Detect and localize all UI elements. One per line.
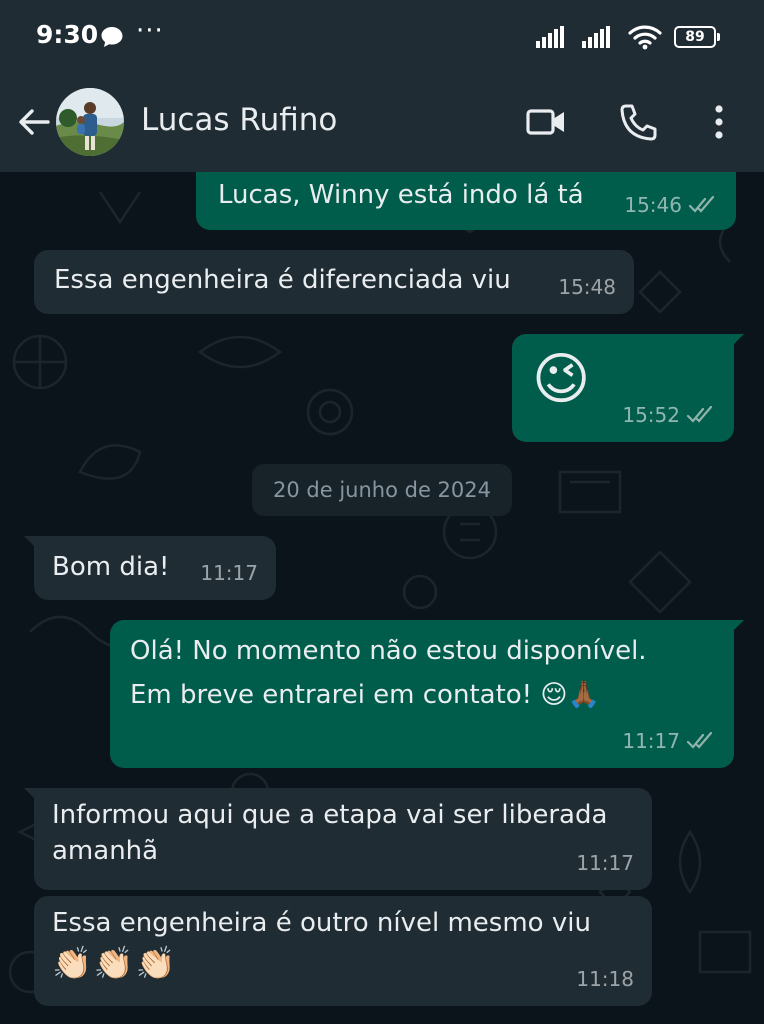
message-text: Essa engenheira é diferenciada viu [54, 265, 511, 295]
message-emojis: 👏🏻👏🏻👏🏻 [52, 944, 178, 982]
signal-icon-2 [582, 26, 610, 48]
contact-name[interactable]: Lucas Rufino [141, 102, 337, 138]
message-meta: 15:46 [624, 186, 718, 224]
message-outgoing[interactable]: Olá! No momento não estou disponível. Em… [110, 620, 744, 768]
bubble-tail [24, 536, 38, 550]
contact-avatar[interactable] [56, 88, 124, 156]
message-meta: 15:48 [558, 268, 616, 306]
read-ticks-icon [686, 406, 713, 423]
message-incoming[interactable]: Bom dia! 11:17 [24, 536, 276, 600]
status-time: 9:30 [36, 20, 99, 49]
battery-icon: 89 [674, 26, 720, 48]
message-emoji: 😉 [532, 347, 591, 412]
signal-icon [536, 26, 564, 48]
more-notifications-indicator: ··· [136, 16, 164, 46]
battery-level: 89 [685, 29, 705, 45]
status-bar: 9:30 ··· 89 [0, 0, 764, 72]
message-text-line2: Em breve entrarei em contato! 😌🙏🏾 [130, 680, 600, 710]
message-meta: 11:17 [576, 844, 634, 882]
message-meta: 15:52 [622, 396, 716, 434]
bubble-tail [730, 334, 744, 348]
message-text-line1: Olá! No momento não estou disponível. [130, 636, 647, 666]
bubble-tail [24, 788, 38, 802]
message-time: 15:48 [558, 275, 616, 299]
message-meta: 11:17 [622, 722, 716, 760]
whatsapp-chat-screen: 9:30 ··· 89 Lucas Rufino Lucas, Winny es… [0, 0, 764, 1024]
message-incoming[interactable]: Essa engenheira é outro nível mesmo viu … [34, 896, 652, 1006]
wifi-icon [628, 25, 662, 50]
message-meta: 11:17 [200, 554, 258, 592]
date-divider: 20 de junho de 2024 [252, 464, 512, 516]
message-incoming[interactable]: Essa engenheira é diferenciada viu 15:48 [34, 250, 634, 314]
message-meta: 11:18 [576, 960, 634, 998]
message-time: 15:46 [624, 193, 682, 217]
read-ticks-icon [686, 732, 713, 749]
message-time: 15:52 [622, 403, 680, 427]
message-time: 11:17 [622, 729, 680, 753]
chat-header: Lucas Rufino [0, 72, 764, 172]
read-ticks-icon [688, 196, 715, 213]
message-time: 11:17 [200, 561, 258, 585]
more-options-icon[interactable] [704, 102, 734, 146]
message-time: 11:17 [576, 851, 634, 875]
bubble-tail [730, 620, 744, 634]
message-incoming[interactable]: Informou aqui que a etapa vai ser libera… [24, 788, 652, 890]
status-icons: 89 [536, 22, 720, 52]
message-outgoing[interactable]: Lucas, Winny está indo lá tá 15:46 [196, 172, 736, 230]
message-text-line2: amanhã [52, 836, 159, 866]
message-time: 11:18 [576, 967, 634, 991]
message-outgoing[interactable]: 😉 15:52 [512, 334, 744, 442]
video-call-icon[interactable] [525, 102, 567, 146]
back-arrow-icon[interactable] [14, 102, 54, 142]
message-text-line1: Essa engenheira é outro nível mesmo viu [52, 908, 591, 938]
chat-notification-icon [100, 26, 124, 52]
voice-call-icon[interactable] [617, 102, 659, 146]
message-text: Lucas, Winny está indo lá tá [218, 180, 584, 210]
message-text: Bom dia! [52, 552, 170, 582]
message-list[interactable]: Lucas, Winny está indo lá tá 15:46 Essa … [0, 172, 764, 1024]
message-text-line1: Informou aqui que a etapa vai ser libera… [52, 800, 608, 830]
